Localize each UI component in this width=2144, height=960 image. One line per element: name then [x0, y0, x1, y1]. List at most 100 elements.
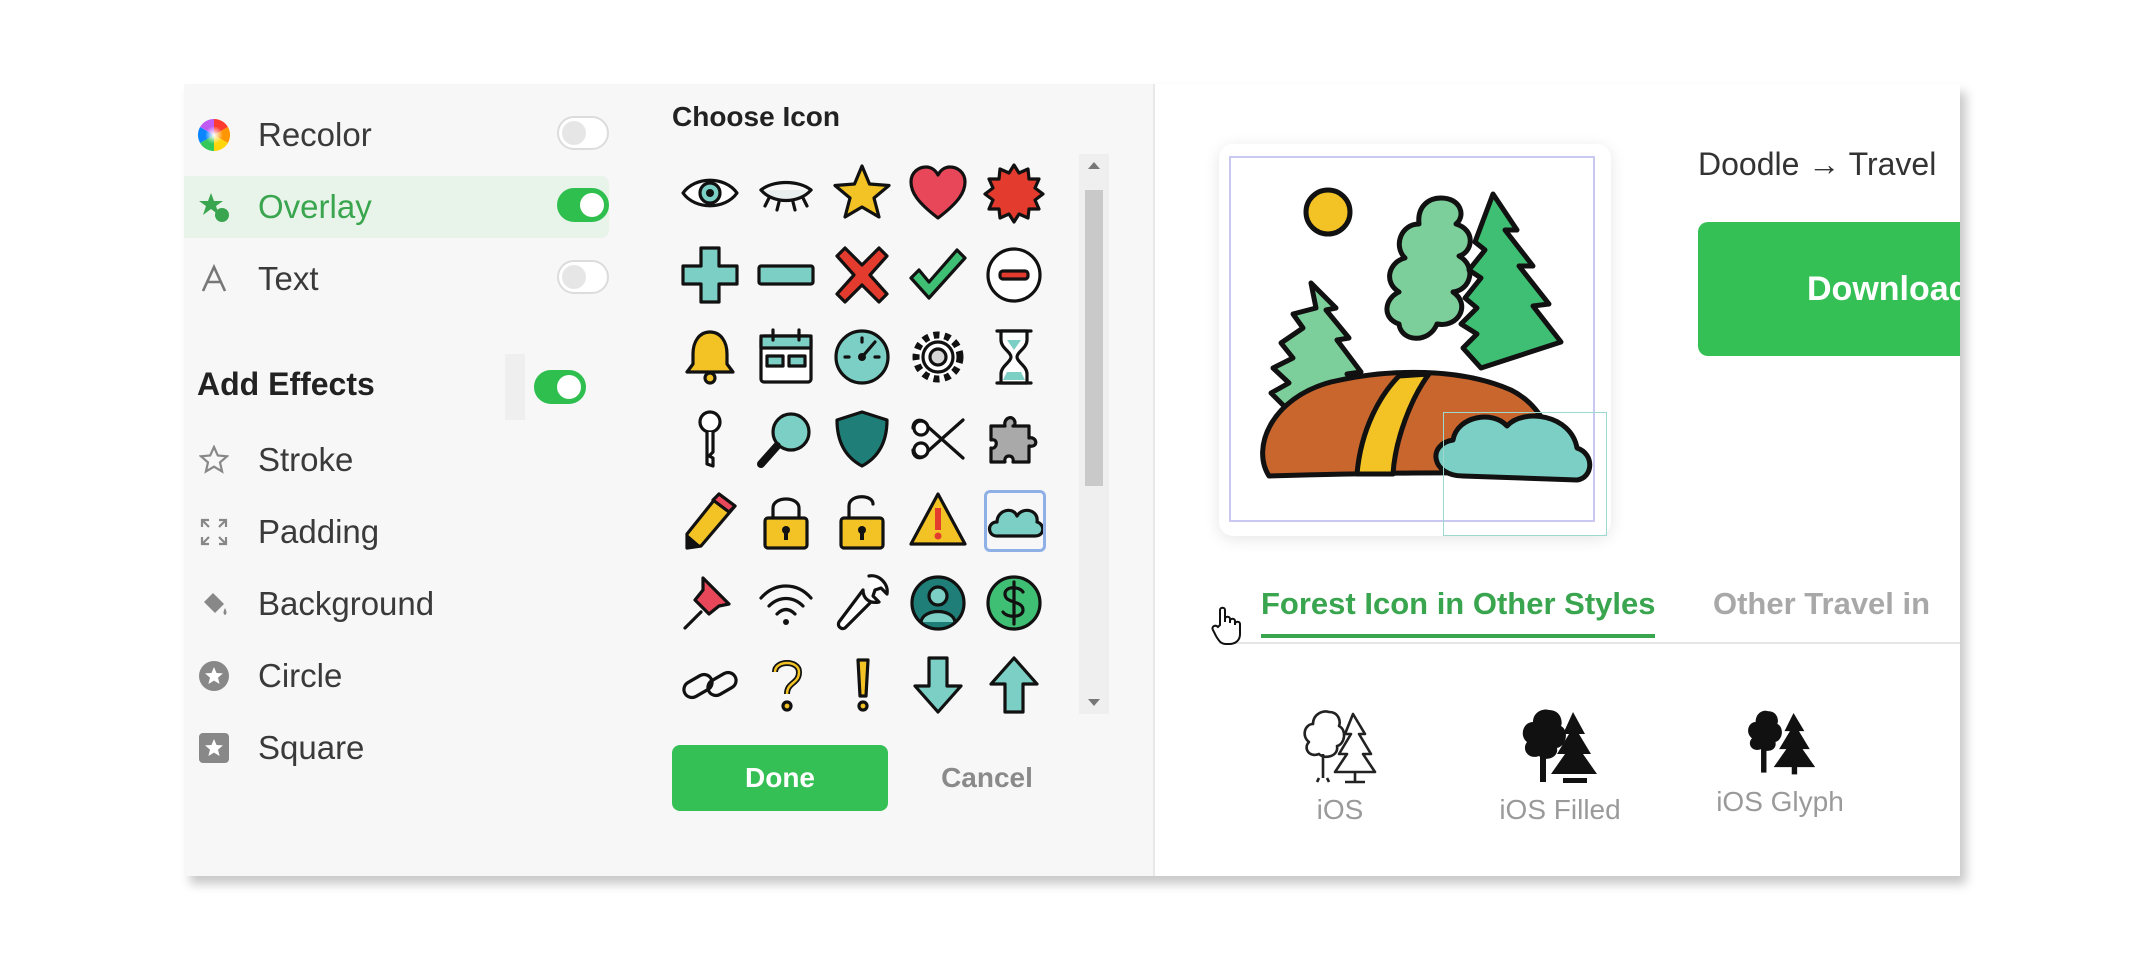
calendar-icon[interactable]: [748, 316, 824, 398]
wrench-icon[interactable]: [824, 562, 900, 644]
effects-heading: Add Effects: [197, 366, 375, 402]
hourglass-icon[interactable]: [976, 316, 1052, 398]
effect-stroke[interactable]: Stroke: [184, 430, 353, 490]
unlock-icon[interactable]: [824, 480, 900, 562]
options-panel: Recolor Overlay Text Add Effects Stroke …: [184, 84, 1153, 876]
hand-cursor-icon: [1211, 606, 1241, 645]
tab-forest-other-styles[interactable]: Forest Icon in Other Styles: [1261, 586, 1656, 638]
user-circle-icon[interactable]: [900, 562, 976, 644]
star-badge-icon: [196, 189, 232, 225]
download-button[interactable]: Download: [1698, 222, 1960, 356]
style-ios-filled-label: iOS Filled: [1499, 794, 1621, 825]
pin-icon[interactable]: [672, 562, 748, 644]
style-ios[interactable]: iOS: [1230, 704, 1450, 826]
cloud-glyph: [987, 508, 1045, 538]
effect-padding-label: Padding: [258, 513, 380, 550]
color-wheel-icon: [196, 117, 232, 153]
style-ios-glyph[interactable]: iOS Glyph: [1670, 704, 1890, 818]
minus-glyph: [757, 264, 815, 286]
overlay-toggle[interactable]: [557, 188, 609, 222]
effect-background[interactable]: Background: [184, 574, 434, 634]
question-icon[interactable]: [748, 644, 824, 726]
cancel-button[interactable]: Cancel: [922, 745, 1052, 811]
icon-grid-scrollbar[interactable]: [1079, 154, 1109, 714]
preview-pane: Doodle → Travel Download Forest Icon in …: [1155, 84, 1960, 876]
cross-icon[interactable]: [824, 234, 900, 316]
option-text[interactable]: Text: [184, 248, 609, 310]
star-glyph: [833, 164, 891, 219]
link-icon[interactable]: [672, 644, 748, 726]
overlay-bounding-box[interactable]: [1443, 412, 1607, 536]
minus-circle-glyph: [986, 247, 1042, 303]
tab-other-travel[interactable]: Other Travel in: [1713, 586, 1930, 622]
scroll-down-arrow-icon[interactable]: [1079, 692, 1109, 714]
icon-grid: [672, 152, 1062, 732]
star-outline-icon: [196, 442, 232, 478]
arrow-up-icon[interactable]: [976, 644, 1052, 726]
scissors-glyph: [911, 418, 965, 460]
effect-padding[interactable]: Padding: [184, 502, 379, 562]
key-glyph: [698, 410, 722, 468]
checkmark-icon[interactable]: [900, 234, 976, 316]
bell-glyph: [685, 330, 735, 385]
breadcrumb[interactable]: Doodle → Travel: [1698, 146, 1936, 183]
speedometer-icon[interactable]: [824, 316, 900, 398]
option-recolor[interactable]: Recolor: [184, 104, 609, 166]
magnifier-icon[interactable]: [748, 398, 824, 480]
text-icon: [196, 261, 232, 297]
arrow-down-icon[interactable]: [900, 644, 976, 726]
option-overlay[interactable]: Overlay: [184, 176, 609, 238]
shield-icon[interactable]: [824, 398, 900, 480]
exclamation-glyph: [856, 658, 870, 712]
scrollbar-thumb[interactable]: [1085, 190, 1103, 486]
eye-icon[interactable]: [672, 152, 748, 234]
magnifier-glyph: [757, 412, 811, 468]
bell-icon[interactable]: [672, 316, 748, 398]
effect-square[interactable]: Square: [184, 718, 364, 778]
scissors-icon[interactable]: [900, 398, 976, 480]
star-square-icon: [196, 730, 232, 766]
lock-icon[interactable]: [748, 480, 824, 562]
warning-icon[interactable]: [900, 480, 976, 562]
wifi-glyph: [759, 584, 813, 625]
cross-glyph: [835, 246, 889, 304]
effect-background-label: Background: [258, 585, 435, 622]
closed-eye-icon[interactable]: [748, 152, 824, 234]
text-toggle[interactable]: [557, 260, 609, 294]
heart-icon[interactable]: [900, 152, 976, 234]
calendar-glyph: [759, 328, 813, 384]
done-button[interactable]: Done: [672, 745, 888, 811]
gear-icon[interactable]: [900, 316, 976, 398]
option-text-label: Text: [258, 260, 319, 297]
pencil-glyph: [685, 492, 737, 550]
scroll-up-arrow-icon[interactable]: [1079, 154, 1109, 176]
link-glyph: [682, 670, 738, 700]
key-icon[interactable]: [672, 398, 748, 480]
editor-card: Recolor Overlay Text Add Effects Stroke …: [184, 84, 1960, 876]
forest-ios-outline-icon: [1303, 710, 1377, 784]
cloud-icon[interactable]: [976, 480, 1052, 562]
dollar-coin-icon[interactable]: [976, 562, 1052, 644]
forest-ios-filled-icon: [1522, 709, 1597, 783]
speedometer-glyph: [834, 329, 890, 385]
style-ios-filled[interactable]: iOS Filled: [1450, 704, 1670, 826]
plus-icon[interactable]: [672, 234, 748, 316]
exclamation-icon[interactable]: [824, 644, 900, 726]
wifi-icon[interactable]: [748, 562, 824, 644]
minus-circle-icon[interactable]: [976, 234, 1052, 316]
effect-stroke-label: Stroke: [258, 441, 354, 478]
badge-glyph: [983, 163, 1045, 224]
pin-glyph: [683, 576, 731, 630]
minus-icon[interactable]: [748, 234, 824, 316]
star-icon[interactable]: [824, 152, 900, 234]
effect-square-label: Square: [258, 729, 365, 766]
puzzle-icon[interactable]: [976, 398, 1052, 480]
warning-glyph: [909, 492, 967, 546]
pencil-icon[interactable]: [672, 480, 748, 562]
effect-circle[interactable]: Circle: [184, 646, 342, 706]
recolor-toggle[interactable]: [557, 116, 609, 150]
effects-toggle[interactable]: [534, 370, 586, 404]
user-circle-glyph: [910, 575, 966, 631]
badge-icon[interactable]: [976, 152, 1052, 234]
heart-glyph: [909, 165, 967, 220]
